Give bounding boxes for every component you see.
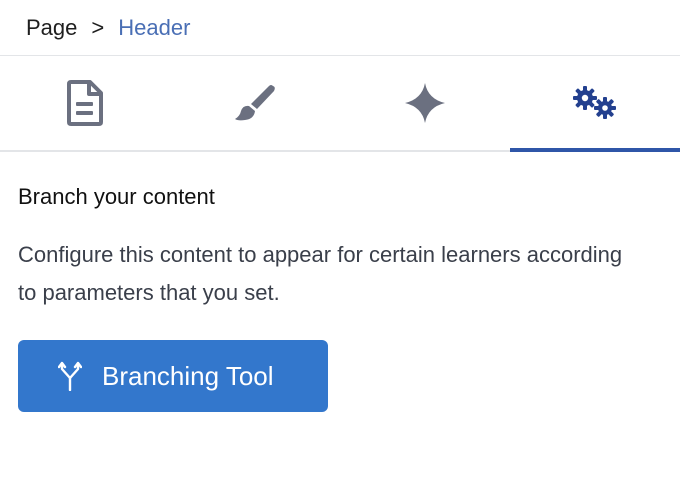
brush-icon <box>233 83 277 123</box>
tab-effects[interactable] <box>340 56 510 150</box>
document-icon <box>67 80 103 126</box>
tab-bar <box>0 56 680 152</box>
breadcrumb-parent[interactable]: Page <box>26 15 77 41</box>
tab-style[interactable] <box>170 56 340 150</box>
gears-icon <box>572 85 618 121</box>
breadcrumb-current[interactable]: Header <box>118 15 190 41</box>
branching-tool-button[interactable]: Branching Tool <box>18 340 328 412</box>
branching-tool-label: Branching Tool <box>102 360 274 391</box>
branch-icon <box>58 361 82 391</box>
settings-panel: Branch your content Configure this conte… <box>0 184 680 412</box>
breadcrumb: Page > Header <box>0 0 680 56</box>
section-description: Configure this content to appear for cer… <box>18 242 623 305</box>
tab-content[interactable] <box>0 56 170 150</box>
sparkle-icon <box>403 81 447 125</box>
tab-settings[interactable] <box>510 56 680 152</box>
section-title: Branch your content <box>18 184 215 209</box>
breadcrumb-separator: > <box>91 14 105 40</box>
